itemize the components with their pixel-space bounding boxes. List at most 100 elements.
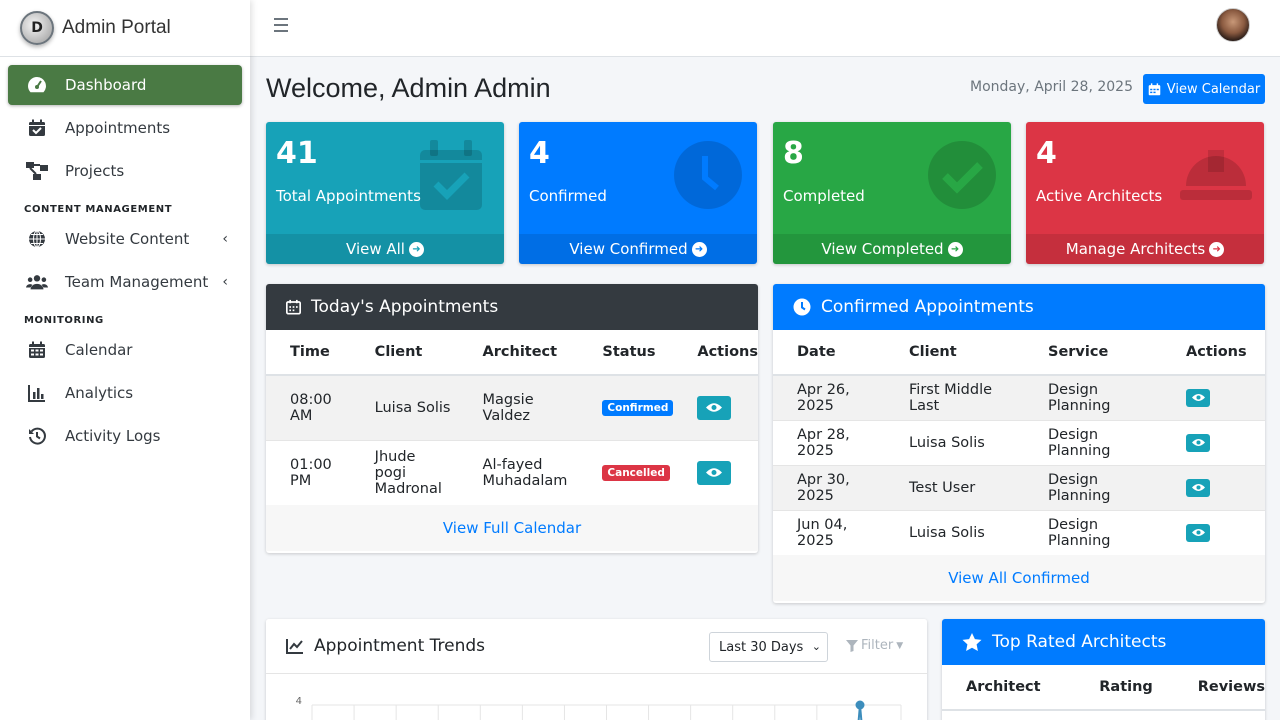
table-row: Apr 28, 2025 Luisa Solis Design Planning — [773, 419, 1265, 465]
date-cell: Apr 30, 2025 — [773, 464, 885, 510]
service-cell: Design Planning — [1024, 419, 1162, 465]
card-header: Top Rated Architects — [942, 619, 1265, 665]
current-date: Monday, April 28, 2025 — [970, 79, 1133, 95]
stat-value: 41 — [276, 136, 318, 171]
appointment-trends-card: Appointment Trends Last 30 Days ⌄ Filter… — [266, 619, 927, 720]
column-header: Architect — [942, 665, 1076, 711]
filter-dropdown[interactable]: Filter ▼ — [846, 638, 903, 653]
table-row: 01:00 PM Jhude pogi Madronal Al-fayed Mu… — [266, 439, 758, 505]
sidebar-item-label: Calendar — [65, 341, 133, 359]
sidebar-item-appointments[interactable]: Appointments — [8, 108, 242, 148]
eye-icon — [1191, 484, 1205, 491]
view-confirmed-link[interactable]: View Confirmed ➜ — [519, 234, 757, 264]
column-header: Actions — [1162, 330, 1265, 376]
brand[interactable]: D Admin Portal — [0, 0, 250, 57]
service-cell: Design Planning — [1024, 464, 1162, 510]
sidebar-item-calendar[interactable]: Calendar — [8, 330, 242, 370]
view-button[interactable] — [1186, 523, 1210, 542]
client-cell: First Middle Last — [885, 374, 1024, 420]
column-header: Time — [266, 330, 351, 376]
sidebar-item-projects[interactable]: Projects — [8, 151, 242, 191]
architect-cell: Magsie Valdez — [458, 374, 579, 440]
chevron-down-icon: ⌄ — [811, 640, 821, 653]
client-cell: Luisa Solis — [885, 509, 1024, 555]
client-cell: Luisa Solis — [885, 419, 1024, 465]
view-calendar-button[interactable]: View Calendar — [1143, 74, 1265, 104]
todays-appointments-card: Today's Appointments Time Client Archite… — [266, 284, 758, 553]
service-cell: Design Planning — [1024, 509, 1162, 555]
date-cell: Apr 28, 2025 — [773, 419, 885, 465]
view-button[interactable] — [1186, 478, 1210, 497]
brand-title: Admin Portal — [62, 17, 171, 38]
brand-logo: D — [20, 11, 54, 45]
todays-appointments-table: Time Client Architect Status Actions 08:… — [266, 330, 758, 505]
column-header: Actions — [673, 330, 758, 376]
y-tick-label: 4 — [296, 696, 302, 707]
stat-label: Total Appointments — [276, 187, 421, 205]
manage-architects-link[interactable]: Manage Architects ➜ — [1026, 234, 1264, 264]
card-header: Confirmed Appointments — [773, 284, 1265, 330]
sidebar-item-analytics[interactable]: Analytics — [8, 373, 242, 413]
column-header: Client — [885, 330, 1024, 376]
project-diagram-icon — [26, 161, 48, 181]
arrow-circle-right-icon: ➜ — [1209, 241, 1225, 257]
caret-down-icon: ▼ — [896, 640, 904, 651]
card-header: Today's Appointments — [266, 284, 758, 330]
column-header: Reviews — [1183, 665, 1265, 711]
eye-icon — [706, 403, 723, 412]
arrow-circle-right-icon: ➜ — [947, 241, 963, 257]
card-title: Top Rated Architects — [992, 632, 1167, 652]
arrow-circle-right-icon: ➜ — [408, 241, 424, 257]
globe-icon — [26, 229, 48, 249]
card-title: Today's Appointments — [311, 297, 499, 317]
sidebar-item-team-management[interactable]: Team Management ‹ — [8, 262, 242, 302]
user-avatar[interactable] — [1216, 8, 1250, 42]
sidebar-item-label: Activity Logs — [65, 427, 161, 445]
sidebar-item-dashboard[interactable]: Dashboard — [8, 65, 242, 105]
sidebar-nav: Dashboard Appointments Projects CONTENT … — [0, 57, 250, 456]
date-cell: Apr 26, 2025 — [773, 374, 885, 420]
view-button[interactable] — [697, 395, 732, 420]
history-icon — [26, 426, 48, 446]
view-button[interactable] — [1186, 433, 1210, 452]
chart-line-icon — [286, 639, 303, 654]
column-header: Service — [1024, 330, 1162, 376]
eye-icon — [1191, 529, 1205, 537]
sidebar-item-label: Appointments — [65, 119, 171, 137]
stat-value: 4 — [1036, 136, 1057, 171]
view-full-calendar-link[interactable]: View Full Calendar — [266, 505, 758, 551]
table-row: Apr 30, 2025 Test User Design Planning — [773, 464, 1265, 510]
column-header: Status — [578, 330, 674, 376]
time-cell: 01:00 PM — [266, 439, 351, 505]
service-cell: Design Planning — [1024, 374, 1162, 420]
sidebar-item-activity-logs[interactable]: Activity Logs — [8, 416, 242, 456]
card-title: Confirmed Appointments — [821, 297, 1034, 317]
sidebar: D Admin Portal Dashboard Appointments Pr… — [0, 0, 250, 720]
view-button[interactable] — [697, 460, 732, 485]
client-cell: Jhude pogi Madronal — [350, 439, 459, 505]
sidebar-item-label: Team Management — [65, 273, 209, 291]
stat-value: 8 — [783, 136, 804, 171]
status-badge: Confirmed — [602, 400, 674, 417]
sidebar-item-label: Analytics — [65, 384, 134, 402]
hamburger-menu-icon[interactable] — [274, 18, 288, 32]
view-button[interactable] — [1186, 388, 1210, 407]
confirmed-appointments-card: Confirmed Appointments Date Client Servi… — [773, 284, 1265, 603]
stat-box-active-architects: 4 Active Architects Manage Architects ➜ — [1026, 122, 1264, 264]
client-cell: Luisa Solis — [350, 374, 459, 440]
calendar-icon — [286, 299, 301, 315]
view-all-link[interactable]: View All ➜ — [266, 234, 504, 264]
eye-icon — [1191, 439, 1205, 446]
section-header-monitoring: MONITORING — [24, 315, 104, 326]
view-all-confirmed-link[interactable]: View All Confirmed — [773, 555, 1265, 601]
section-header-content: CONTENT MANAGEMENT — [24, 204, 173, 215]
data-point — [855, 700, 865, 710]
chevron-left-icon: ‹ — [222, 231, 228, 247]
stat-label: Confirmed — [529, 187, 607, 205]
arrow-circle-right-icon: ➜ — [691, 241, 707, 257]
trend-chart: 4 — [296, 696, 902, 720]
sidebar-item-website-content[interactable]: Website Content ‹ — [8, 219, 242, 259]
date-range-select[interactable]: Last 30 Days ⌄ — [709, 632, 828, 662]
view-completed-link[interactable]: View Completed ➜ — [773, 234, 1011, 264]
stat-value: 4 — [529, 136, 550, 171]
